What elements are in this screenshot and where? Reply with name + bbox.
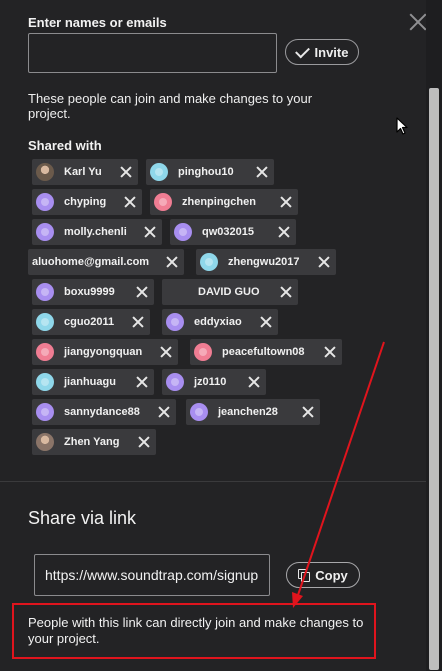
names-emails-input[interactable] — [28, 33, 277, 73]
shared-with-label: Shared with — [28, 138, 102, 153]
avatar — [154, 193, 172, 211]
person-chip: jiangyongquan — [32, 339, 178, 365]
person-name: jianhuagu — [64, 376, 116, 388]
remove-icon[interactable] — [318, 256, 330, 268]
avatar — [194, 343, 212, 361]
person-chip: cguo2011 — [32, 309, 150, 335]
person-name: aluohome@gmail.com — [32, 256, 150, 268]
invite-button-label: Invite — [314, 44, 349, 60]
person-name: pinghou10 — [178, 166, 234, 178]
remove-icon[interactable] — [132, 316, 144, 328]
person-name: molly.chenli — [64, 226, 127, 238]
person-name: peacefultown08 — [222, 346, 305, 358]
person-chip: jeanchen28 — [186, 399, 320, 425]
person-name: jiangyongquan — [64, 346, 143, 358]
person-name: jz0110 — [194, 376, 227, 388]
person-name: jeanchen28 — [218, 406, 278, 418]
remove-icon[interactable] — [160, 346, 172, 358]
scrollbar[interactable] — [426, 0, 442, 671]
person-chip: zhengwu2017 — [196, 249, 336, 275]
invite-button[interactable]: Invite — [285, 39, 359, 65]
avatar — [190, 403, 208, 421]
copy-button-label: Copy — [315, 567, 348, 583]
share-dialog: Enter names or emails Invite These peopl… — [0, 0, 426, 671]
person-name: sannydance88 — [64, 406, 140, 418]
person-chip: Zhen Yang — [32, 429, 156, 455]
share-link-field[interactable]: https://www.soundtrap.com/signup — [34, 554, 270, 596]
person-chip: chyping — [32, 189, 142, 215]
remove-icon[interactable] — [278, 226, 290, 238]
remove-icon[interactable] — [256, 166, 268, 178]
avatar — [166, 313, 184, 331]
person-name: eddyxiao — [194, 316, 242, 328]
remove-icon[interactable] — [124, 196, 136, 208]
person-chip: pinghou10 — [146, 159, 274, 185]
avatar — [36, 433, 54, 451]
person-chip: qw032015 — [170, 219, 296, 245]
remove-icon[interactable] — [166, 256, 178, 268]
remove-icon[interactable] — [324, 346, 336, 358]
person-chip: Karl Yu — [32, 159, 138, 185]
avatar — [36, 283, 54, 301]
avatar — [150, 163, 168, 181]
person-name: DAVID GUO — [198, 286, 260, 298]
remove-icon[interactable] — [248, 376, 260, 388]
share-link-url: https://www.soundtrap.com/signup — [45, 567, 259, 583]
person-chip: jianhuagu — [32, 369, 154, 395]
person-chip: boxu9999 — [32, 279, 154, 305]
avatar — [166, 373, 184, 391]
mouse-cursor-icon — [396, 117, 408, 135]
invite-label: Enter names or emails — [28, 15, 167, 30]
remove-icon[interactable] — [280, 196, 292, 208]
remove-icon[interactable] — [280, 286, 292, 298]
avatar — [36, 163, 54, 181]
remove-icon[interactable] — [260, 316, 272, 328]
avatar — [200, 253, 218, 271]
avatar — [36, 313, 54, 331]
person-name: zhenpingchen — [182, 196, 256, 208]
person-name: qw032015 — [202, 226, 254, 238]
divider — [0, 481, 426, 482]
scrollbar-thumb[interactable] — [429, 88, 439, 670]
person-chip: peacefultown08 — [190, 339, 342, 365]
person-name: Karl Yu — [64, 166, 102, 178]
share-link-description: People with this link can directly join … — [28, 615, 364, 646]
remove-icon[interactable] — [302, 406, 314, 418]
avatar — [36, 223, 54, 241]
person-chip: DAVID GUO — [162, 279, 298, 305]
person-chip: aluohome@gmail.com — [28, 249, 184, 275]
remove-icon[interactable] — [136, 376, 148, 388]
avatar — [36, 403, 54, 421]
copy-link-button[interactable]: Copy — [286, 562, 360, 588]
avatar — [174, 223, 192, 241]
avatar — [36, 343, 54, 361]
person-name: chyping — [64, 196, 107, 208]
remove-icon[interactable] — [158, 406, 170, 418]
remove-icon[interactable] — [136, 286, 148, 298]
person-name: cguo2011 — [64, 316, 115, 328]
remove-icon[interactable] — [144, 226, 156, 238]
close-icon[interactable] — [408, 12, 428, 32]
copy-icon — [298, 569, 311, 582]
check-icon — [294, 43, 310, 58]
person-chip: sannydance88 — [32, 399, 176, 425]
person-name: Zhen Yang — [64, 436, 120, 448]
remove-icon[interactable] — [120, 166, 132, 178]
person-chip: jz0110 — [162, 369, 266, 395]
person-name: boxu9999 — [64, 286, 115, 298]
avatar — [36, 193, 54, 211]
person-chip: eddyxiao — [162, 309, 278, 335]
person-chip: molly.chenli — [32, 219, 162, 245]
person-name: zhengwu2017 — [228, 256, 300, 268]
share-via-link-title: Share via link — [28, 508, 137, 528]
remove-icon[interactable] — [138, 436, 150, 448]
person-chip: zhenpingchen — [150, 189, 298, 215]
invite-description: These people can join and make changes t… — [28, 91, 313, 121]
avatar — [36, 373, 54, 391]
